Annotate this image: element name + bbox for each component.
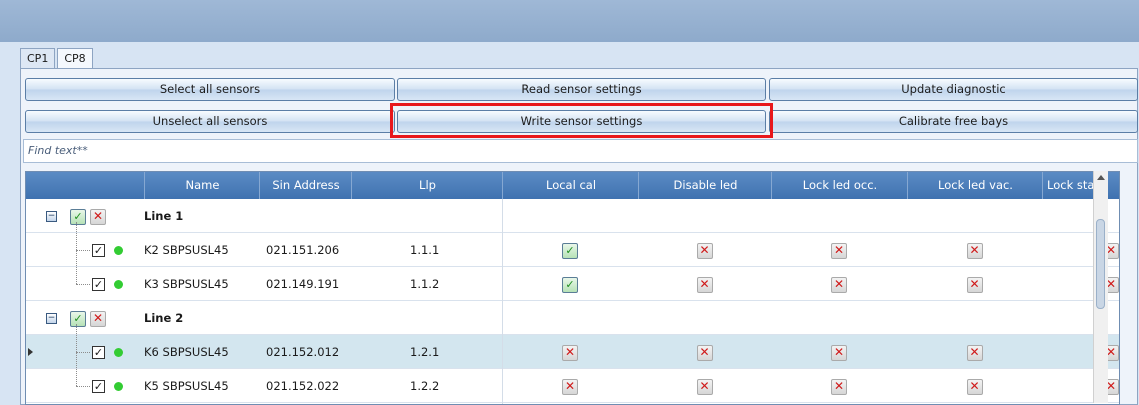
lock-led-vac-x-icon[interactable]: ✕ [966,378,983,395]
sensor-address: 021.152.022 [266,379,340,393]
table-row-selected[interactable]: ✓ K6 SBPSUSL45 021.152.012 1.2.1 ✕ ✕ ✕ ✕… [26,335,1119,369]
table-row[interactable]: ✓ K3 SBPSUSL45 021.149.191 1.1.2 ✓ ✕ ✕ ✕… [26,267,1119,301]
tab-cp1[interactable]: CP1 [20,48,56,68]
sensor-address: 021.151.206 [266,243,340,257]
column-divider [502,199,503,404]
check-all-icon[interactable]: ✓ [70,310,86,327]
tab-strip: CP1 CP8 [20,48,95,69]
scrollbar-thumb[interactable] [1096,219,1105,309]
status-dot-icon [114,382,123,391]
table-row[interactable]: ✓ K2 SBPSUSL45 021.151.206 1.1.1 ✓ ✕ ✕ ✕… [26,233,1119,267]
group-row-line-1[interactable]: − ✓ ✕ Line 1 [26,199,1119,233]
scroll-up-arrow-icon[interactable] [1097,175,1105,180]
row-checkbox[interactable]: ✓ [92,380,105,393]
row-checkbox[interactable]: ✓ [92,346,105,359]
table-row[interactable]: ✓ K5 SBPSUSL45 021.152.022 1.2.2 ✕ ✕ ✕ ✕… [26,369,1119,403]
column-header-lock-led-vac[interactable]: Lock led vac. [907,172,1043,199]
local-cal-check-icon[interactable]: ✓ [562,242,578,259]
find-text-input[interactable] [24,140,1137,160]
lock-led-occ-x-icon[interactable]: ✕ [831,276,847,293]
uncheck-all-icon[interactable]: ✕ [90,208,106,225]
collapse-icon[interactable]: − [46,211,57,222]
lock-led-vac-x-icon[interactable]: ✕ [966,242,983,259]
sensor-grid: Name Sin Address Llp Local cal Disable l… [25,171,1120,405]
status-dot-icon [114,246,123,255]
column-header-sin-address[interactable]: Sin Address [259,172,352,199]
lock-led-occ-x-icon[interactable]: ✕ [831,344,847,361]
sensor-name: K3 SBPSUSL45 [144,277,229,291]
sensor-name: K5 SBPSUSL45 [144,379,229,393]
grid-header: Name Sin Address Llp Local cal Disable l… [26,172,1119,199]
lock-led-occ-x-icon[interactable]: ✕ [831,242,847,259]
column-header-lock-stat[interactable]: Lock stat [1042,172,1119,199]
current-row-indicator-icon [28,348,33,356]
tree-line [76,284,90,285]
sensor-llp: 1.2.2 [410,379,440,393]
group-label: Line 2 [144,311,184,325]
disable-led-x-icon[interactable]: ✕ [696,378,713,395]
sensor-address: 021.152.012 [266,345,340,359]
sensor-llp: 1.1.1 [410,243,440,257]
sensor-name: K6 SBPSUSL45 [144,345,229,359]
column-header-disable-led[interactable]: Disable led [638,172,772,199]
sensor-llp: 1.1.2 [410,277,440,291]
sensor-llp: 1.2.1 [410,345,440,359]
group-row-line-2[interactable]: − ✓ ✕ Line 2 [26,301,1119,335]
lock-led-vac-x-icon[interactable]: ✕ [966,276,983,293]
row-checkbox[interactable]: ✓ [92,278,105,291]
disable-led-x-icon[interactable]: ✕ [696,242,713,259]
check-all-icon[interactable]: ✓ [70,208,86,225]
tree-line [76,352,90,353]
update-diagnostic-button[interactable]: Update diagnostic [769,78,1138,101]
row-checkbox[interactable]: ✓ [92,244,105,257]
group-label: Line 1 [144,209,184,223]
disable-led-x-icon[interactable]: ✕ [696,276,713,293]
lock-led-occ-x-icon[interactable]: ✕ [831,378,847,395]
lock-led-vac-x-icon[interactable]: ✕ [966,344,983,361]
vertical-scrollbar[interactable] [1093,171,1108,403]
tree-line [76,250,90,251]
calibrate-free-bays-button[interactable]: Calibrate free bays [769,110,1138,133]
read-sensor-settings-button[interactable]: Read sensor settings [397,78,766,101]
unselect-all-sensors-button[interactable]: Unselect all sensors [25,110,395,133]
tree-line [76,324,77,386]
column-header-lock-led-occ[interactable]: Lock led occ. [771,172,908,199]
sensor-address: 021.149.191 [266,277,340,291]
find-text-box [23,139,1138,163]
column-header-name[interactable]: Name [144,172,260,199]
select-all-sensors-button[interactable]: Select all sensors [25,78,395,101]
collapse-icon[interactable]: − [46,313,57,324]
local-cal-check-icon[interactable]: ✓ [562,276,578,293]
local-cal-x-icon[interactable]: ✕ [562,378,578,395]
sensor-name: K2 SBPSUSL45 [144,243,229,257]
column-header-llp[interactable]: Llp [351,172,503,199]
status-dot-icon [114,280,123,289]
local-cal-x-icon[interactable]: ✕ [562,344,578,361]
tree-line [76,386,90,387]
title-bar [0,0,1139,42]
tree-line [76,222,77,284]
status-dot-icon [114,348,123,357]
highlight-annotation [390,103,773,138]
column-header-local-cal[interactable]: Local cal [502,172,639,199]
uncheck-all-icon[interactable]: ✕ [90,310,106,327]
tab-cp8[interactable]: CP8 [57,48,93,69]
disable-led-x-icon[interactable]: ✕ [696,344,713,361]
